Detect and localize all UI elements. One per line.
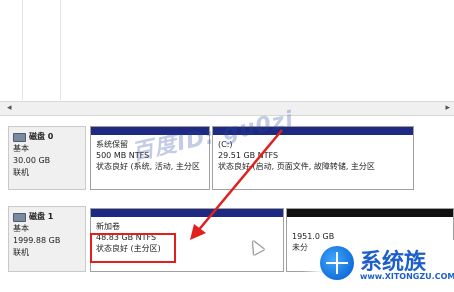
windows-logo-icon (320, 246, 354, 280)
highlight-box (90, 233, 176, 263)
arrowhead-icon (190, 224, 206, 240)
site-logo: 系统族 www.XITONGZU.COM (302, 240, 454, 292)
logo-url: www.XITONGZU.COM (360, 272, 454, 281)
